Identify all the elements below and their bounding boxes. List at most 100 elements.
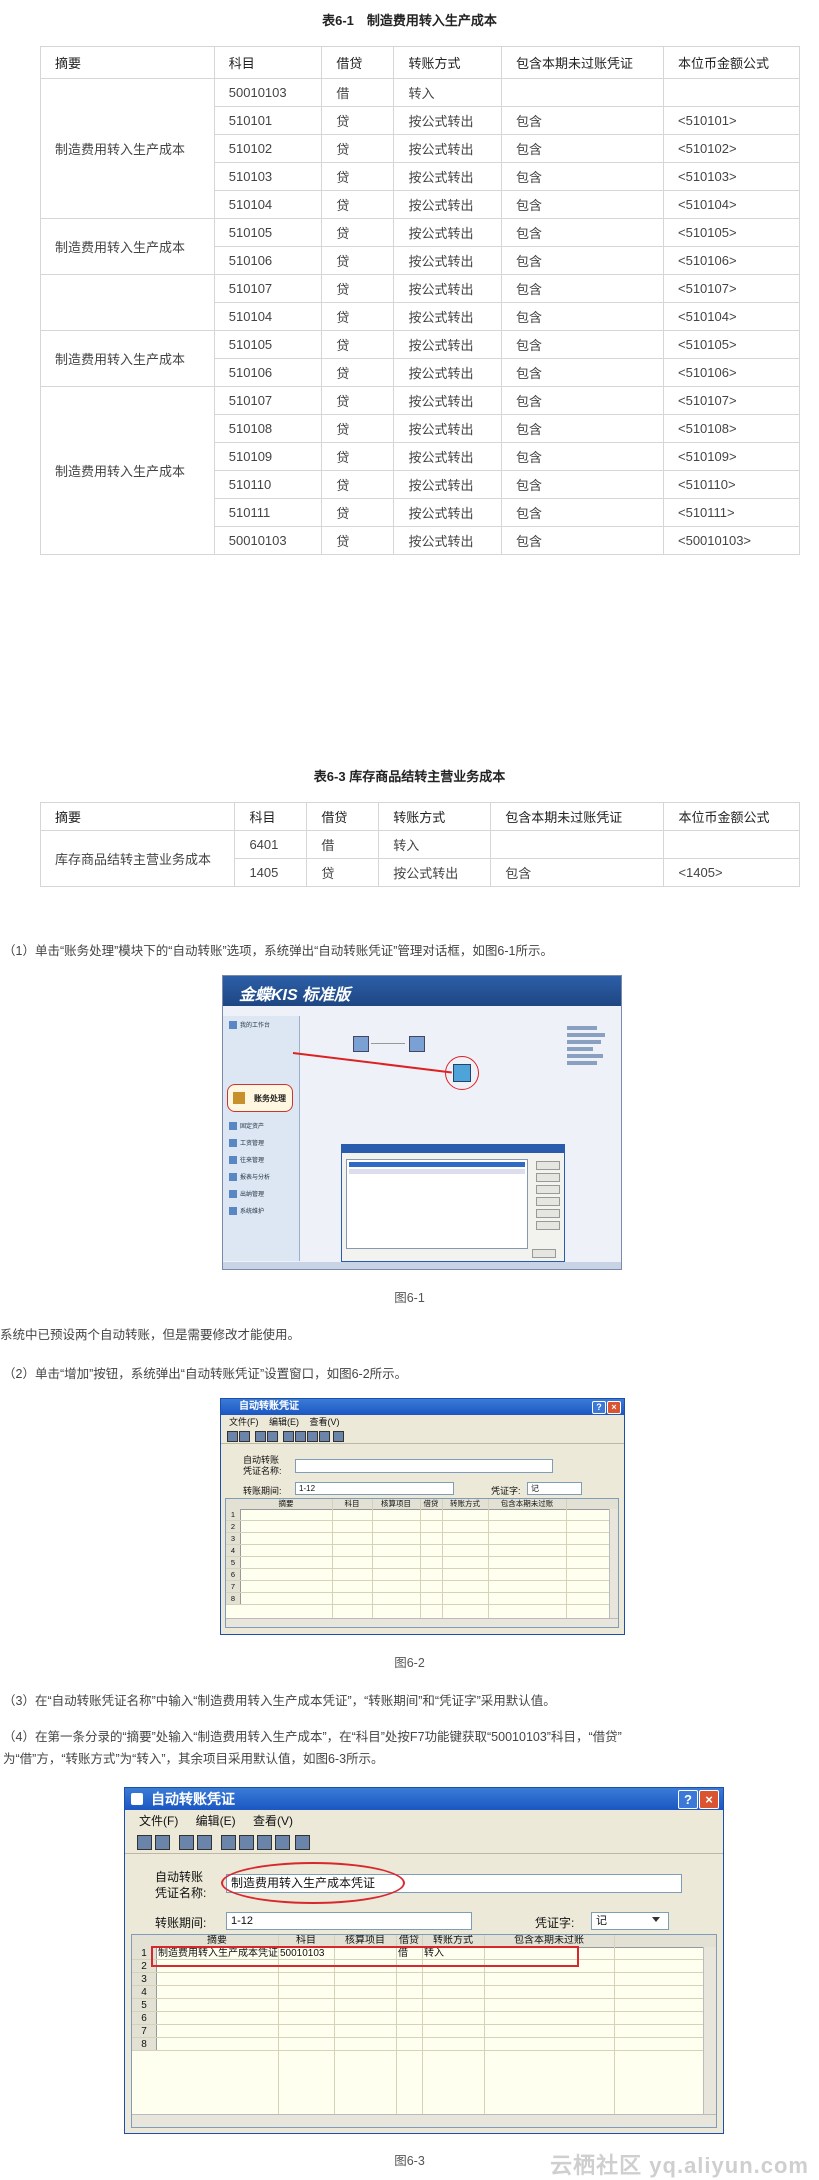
nav-item-accounting[interactable]: 账务处理 xyxy=(227,1084,293,1112)
horizontal-scrollbar[interactable] xyxy=(226,1618,618,1627)
nav-item-cashier[interactable]: 出纳管理 xyxy=(229,1189,293,1201)
grid-column-header[interactable]: 包含本期未过账 xyxy=(488,1499,567,1509)
grid-row-line xyxy=(226,1568,618,1569)
insert-row-icon[interactable] xyxy=(283,1431,294,1442)
print-icon[interactable] xyxy=(267,1431,278,1442)
insert-row-icon[interactable] xyxy=(221,1835,236,1850)
dialog-button-3[interactable] xyxy=(536,1185,560,1194)
table2-header-cell: 包含本期未过账凭证 xyxy=(490,802,665,831)
dialog-button-5[interactable] xyxy=(536,1209,560,1218)
table1-cell: 借 xyxy=(321,78,395,107)
transfer-list[interactable] xyxy=(346,1159,528,1249)
table1-header-cell: 借贷 xyxy=(321,46,395,79)
delete-row-icon[interactable] xyxy=(295,1431,306,1442)
table1-cell: 包含 xyxy=(501,526,664,555)
menu-file[interactable]: 文件(F) xyxy=(229,1417,259,1427)
delete-row-icon[interactable] xyxy=(239,1835,254,1850)
table1-cell: 按公式转出 xyxy=(393,218,503,247)
accounting-icon xyxy=(233,1092,245,1104)
paragraph-step4-line2: 为“借”方，“转账方式”为“转入”，其余项目采用默认值，如图6-3所示。 xyxy=(3,1752,384,1766)
nav-item-ar-ap[interactable]: 往来管理 xyxy=(229,1155,293,1167)
dialog-button-1[interactable] xyxy=(536,1161,560,1170)
voucher-type-select[interactable]: 记 xyxy=(527,1482,582,1495)
attach-icon[interactable] xyxy=(319,1431,330,1442)
grid-row-line xyxy=(132,2024,716,2025)
table1-cell: 包含 xyxy=(501,414,664,443)
grid-row-line xyxy=(226,1592,618,1593)
table1-cell: 贷 xyxy=(321,302,395,331)
toolbar xyxy=(221,1429,624,1444)
save-icon[interactable] xyxy=(227,1431,238,1442)
table1-summary-cell: 制造费用转入生产成本 xyxy=(40,330,215,387)
table1-cell: 包含 xyxy=(501,302,664,331)
voucher-name-input[interactable] xyxy=(295,1459,553,1473)
menu-view[interactable]: 查看(V) xyxy=(310,1417,340,1427)
grid-column-line xyxy=(442,1499,443,1627)
table1-cell: 贷 xyxy=(321,358,395,387)
exit-icon[interactable] xyxy=(295,1835,310,1850)
table1-cell: 按公式转出 xyxy=(393,274,503,303)
menu-edit[interactable]: 编辑(E) xyxy=(269,1417,299,1427)
nav-item-reports[interactable]: 报表与分析 xyxy=(229,1172,293,1184)
voucher-type-label: 凭证字: xyxy=(535,1916,575,1930)
table2-cell xyxy=(490,830,665,859)
nav-item-system[interactable]: 系统维护 xyxy=(229,1206,293,1218)
copy-icon[interactable] xyxy=(239,1431,250,1442)
grid-column-header[interactable]: 转账方式 xyxy=(442,1499,489,1509)
exit-icon[interactable] xyxy=(333,1431,344,1442)
preview-icon[interactable] xyxy=(179,1835,194,1850)
table-icon[interactable] xyxy=(257,1835,272,1850)
cashier-icon xyxy=(229,1190,237,1199)
close-button[interactable]: × xyxy=(607,1401,621,1414)
table1-cell: <510107> xyxy=(663,386,800,415)
menu-edit[interactable]: 编辑(E) xyxy=(196,1814,236,1828)
vertical-scrollbar[interactable] xyxy=(609,1509,618,1619)
grid-column-line xyxy=(488,1499,489,1627)
menu-file[interactable]: 文件(F) xyxy=(139,1814,178,1828)
print-icon[interactable] xyxy=(197,1835,212,1850)
table1-cell: 510104 xyxy=(213,302,323,331)
table2-header-cell: 摘要 xyxy=(39,802,236,831)
table1-cell: <510106> xyxy=(663,246,800,275)
table2-row: 库存商品结转主营业务成本 6401 借转入 xyxy=(39,830,800,887)
table2-cell: 按公式转出 xyxy=(378,858,492,887)
help-button[interactable]: ? xyxy=(592,1401,606,1414)
help-button[interactable]: ? xyxy=(678,1790,698,1809)
table1-cell: 50010103 xyxy=(213,78,323,107)
status-bar xyxy=(223,1262,621,1269)
dialog-button-4[interactable] xyxy=(536,1197,560,1206)
dialog-close-button[interactable] xyxy=(532,1249,556,1258)
grid-column-header[interactable]: 借贷 xyxy=(420,1499,443,1509)
table1-cell: 510111 xyxy=(213,498,323,527)
grid-column-header[interactable]: 摘要 xyxy=(240,1499,333,1509)
table1-cell: 按公式转出 xyxy=(393,442,503,471)
voucher-query-icon[interactable] xyxy=(409,1036,425,1052)
period-input[interactable]: 1-12 xyxy=(295,1482,454,1495)
horizontal-scrollbar[interactable] xyxy=(132,2114,716,2127)
voucher-entry-icon[interactable] xyxy=(353,1036,369,1052)
dialog-button-6[interactable] xyxy=(536,1221,560,1230)
table1-cell: 包含 xyxy=(501,218,664,247)
copy-icon[interactable] xyxy=(155,1835,170,1850)
kis-header: 金蝶KIS 标准版 xyxy=(223,976,621,1006)
table1-summary-cell xyxy=(40,274,215,331)
save-icon[interactable] xyxy=(137,1835,152,1850)
paragraph-step1: （1）单击“账务处理”模块下的“自动转账”选项，系统弹出“自动转账凭证”管理对话… xyxy=(3,944,553,958)
attach-icon[interactable] xyxy=(275,1835,290,1850)
vertical-scrollbar[interactable] xyxy=(703,1947,716,2115)
grid-row-line xyxy=(132,1998,716,1999)
grid-column-header[interactable]: 核算项目 xyxy=(372,1499,421,1509)
grid-column-header[interactable]: 科目 xyxy=(332,1499,373,1509)
menu-view[interactable]: 查看(V) xyxy=(253,1814,293,1828)
grid-column-line xyxy=(566,1499,567,1627)
chevron-down-icon[interactable] xyxy=(652,1917,660,1922)
nav-item-payroll[interactable]: 工资管理 xyxy=(229,1138,293,1150)
preview-icon[interactable] xyxy=(255,1431,266,1442)
period-input[interactable]: 1-12 xyxy=(226,1912,472,1930)
nav-item-workbench[interactable]: 我的工作台 xyxy=(229,1020,293,1032)
table-icon[interactable] xyxy=(307,1431,318,1442)
entry-grid[interactable]: 摘要 科目 核算项目 借贷 转账方式 包含本期未过账 1 2 3 4 5 6 7 8 xyxy=(225,1498,619,1628)
nav-item-fixed-assets[interactable]: 固定资产 xyxy=(229,1121,293,1133)
dialog-button-2[interactable] xyxy=(536,1173,560,1182)
close-button[interactable]: × xyxy=(699,1790,719,1809)
